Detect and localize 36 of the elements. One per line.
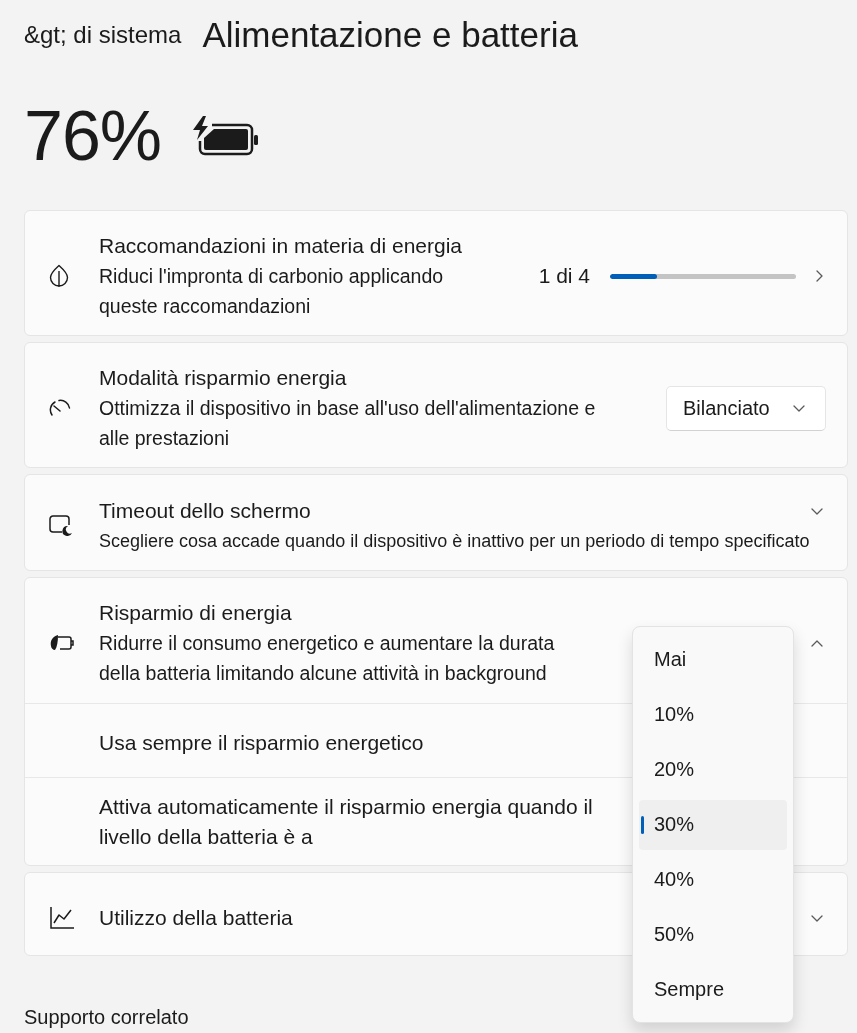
setting-label: Attiva automaticamente il risparmio energia quando il livello della batteria è a (99, 794, 594, 850)
menu-option[interactable]: 40% (639, 854, 787, 905)
card-title: Risparmio di energia (99, 600, 293, 626)
power-mode-dropdown[interactable]: Bilanciato (666, 385, 826, 431)
card-description: Scegliere cosa accade quando il dispositivo è inattivo per un periodo di tempo specificato (99, 530, 810, 553)
menu-option[interactable]: 10% (639, 689, 787, 740)
card-description: Riduci l'impronta di carbonio applicando queste raccomandazioni (99, 264, 445, 319)
section-heading: Supporto correlato (24, 1005, 190, 1029)
card-title: Raccomandazioni in materia di energia (99, 233, 464, 259)
menu-option[interactable]: 30% (639, 799, 787, 850)
screen-moon-icon (49, 515, 73, 537)
line-chart-icon (49, 906, 75, 930)
page-title: Alimentazione e batteria (202, 14, 578, 56)
chevron-down-icon[interactable] (793, 404, 805, 412)
menu-option[interactable]: 50% (639, 909, 787, 960)
breadcrumb-link[interactable]: &gt; di sistema (24, 20, 182, 50)
card-description: Ridurre il consumo energetico e aumentare la durata della batteria limitando alcune attività in background (99, 631, 556, 686)
menu-option[interactable]: Sempre (639, 964, 787, 1015)
battery-leaf-icon (49, 633, 75, 653)
battery-percentage: 76% (24, 96, 162, 176)
chevron-up-icon[interactable] (811, 639, 823, 647)
card-description: Ottimizza il dispositivo in base all'uso dell'alimentazione e alle prestazioni (99, 396, 597, 451)
chevron-down-icon[interactable] (811, 507, 823, 515)
chevron-right-icon[interactable] (816, 270, 823, 282)
menu-option[interactable]: Mai (639, 634, 787, 685)
setting-label: Usa sempre il risparmio energetico (99, 730, 424, 756)
card-title: Utilizzo della batteria (99, 905, 294, 931)
leaf-icon (49, 264, 69, 288)
charging-battery-icon (191, 116, 260, 156)
recommendation-counter: 1 di 4 (538, 264, 590, 288)
chevron-down-icon[interactable] (811, 914, 823, 922)
card-title: Modalità risparmio energia (99, 365, 348, 391)
card-title: Timeout dello schermo (99, 498, 312, 524)
menu-option[interactable]: 20% (639, 744, 787, 795)
gauge-icon (49, 399, 71, 417)
selection-bar-icon (641, 815, 644, 834)
